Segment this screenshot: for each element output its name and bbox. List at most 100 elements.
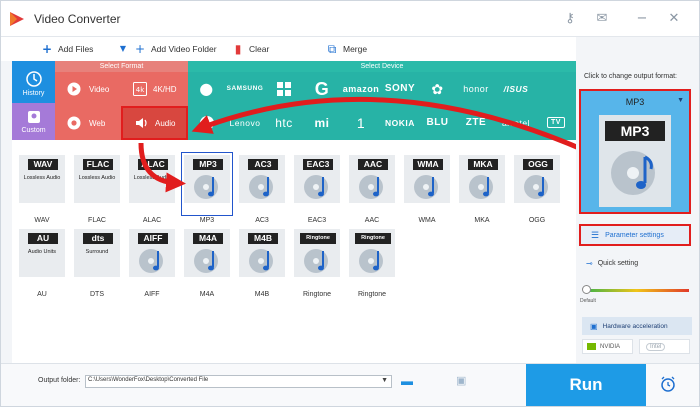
output-format-selector[interactable]: MP3 ▼ MP3 bbox=[579, 89, 691, 214]
device-zte[interactable]: ZTE bbox=[456, 106, 496, 140]
web-label: Web bbox=[89, 118, 106, 128]
history-tile[interactable]: History bbox=[12, 63, 55, 103]
format-mp3[interactable]: MP3 MP3 bbox=[181, 152, 233, 224]
app-title: Video Converter bbox=[34, 12, 121, 26]
alarm-clock-icon[interactable] bbox=[659, 375, 677, 393]
disc-icon bbox=[304, 249, 328, 273]
output-format-hint: Click to change output format: bbox=[584, 73, 677, 80]
device-blu[interactable]: BLU bbox=[419, 106, 456, 140]
merge-label: Merge bbox=[343, 44, 368, 54]
device-alcatel[interactable]: alcatel bbox=[496, 106, 536, 140]
open-folder-icon[interactable]: ▣ bbox=[456, 374, 466, 387]
add-video-folder-button[interactable]: ▼ + Add Video Folder bbox=[117, 41, 217, 57]
selected-format-card: MP3 bbox=[599, 115, 671, 207]
format-ringtone[interactable]: Ringtone Ringtone bbox=[293, 228, 341, 298]
selected-format-badge: MP3 bbox=[605, 121, 665, 141]
format-badge: M4B bbox=[248, 233, 278, 244]
format-ac3[interactable]: AC3 AC3 bbox=[238, 154, 286, 224]
select-device-label: Select Device bbox=[360, 63, 404, 70]
format-m4b[interactable]: M4B M4B bbox=[238, 228, 286, 298]
format-sublabel: Surround bbox=[85, 249, 109, 255]
disc-icon bbox=[194, 175, 218, 199]
browse-folder-icon[interactable]: ▬ bbox=[401, 374, 413, 388]
format-aac[interactable]: AAC AAC bbox=[348, 154, 396, 224]
format-eac3[interactable]: EAC3 EAC3 bbox=[293, 154, 341, 224]
device-row1-empty bbox=[536, 72, 576, 106]
format-card: AC3 bbox=[239, 155, 285, 203]
amazon-label: amazon bbox=[342, 84, 380, 94]
folder-plus-icon: + bbox=[134, 42, 146, 56]
output-folder-field[interactable]: C:\Users\WonderFox\Desktop\Converted Fil… bbox=[85, 375, 392, 388]
device-lenovo[interactable]: Lenovo bbox=[225, 106, 265, 140]
lenovo-label: Lenovo bbox=[229, 118, 261, 128]
audio-category[interactable]: Audio bbox=[121, 106, 188, 140]
format-dts[interactable]: dts Surround DTS bbox=[73, 228, 121, 298]
format-ringtone-2[interactable]: Ringtone Ringtone bbox=[348, 228, 396, 298]
parameter-settings-button[interactable]: ☰ Parameter settings bbox=[579, 224, 691, 246]
format-aiff[interactable]: AIFF AIFF bbox=[128, 228, 176, 298]
svg-text:4k: 4k bbox=[136, 86, 145, 94]
format-flac[interactable]: FLAC Lossless Audio FLAC bbox=[73, 154, 121, 224]
device-honor[interactable]: honor bbox=[456, 72, 496, 106]
close-icon[interactable]: ✕ bbox=[665, 10, 683, 28]
alcatel-label: alcatel bbox=[501, 118, 531, 128]
add-files-button[interactable]: + Add Files bbox=[41, 41, 93, 57]
format-wma[interactable]: WMA WMA bbox=[403, 154, 451, 224]
format-label: EAC3 bbox=[307, 217, 327, 224]
device-htc[interactable]: htc bbox=[265, 106, 303, 140]
format-wav[interactable]: WAV Lossless Audio WAV bbox=[18, 154, 66, 224]
device-huawei[interactable]: ✿ bbox=[419, 72, 456, 106]
device-nokia[interactable]: NOKIA bbox=[381, 106, 419, 140]
nvidia-toggle[interactable]: NVIDIA bbox=[582, 339, 633, 354]
video-category[interactable]: Video bbox=[55, 72, 121, 106]
device-asus[interactable]: /ISUS bbox=[496, 72, 536, 106]
quality-slider-handle[interactable] bbox=[582, 285, 591, 294]
format-label: WAV bbox=[34, 217, 50, 224]
device-amazon[interactable]: amazon bbox=[341, 72, 381, 106]
format-badge: WAV bbox=[28, 159, 58, 170]
settings-icon[interactable]: ✉ bbox=[593, 10, 611, 28]
device-apple[interactable]: ● bbox=[188, 72, 225, 106]
sliders-icon: ☰ bbox=[591, 229, 600, 240]
device-samsung[interactable]: SAMSUNG bbox=[225, 72, 265, 106]
format-label: FLAC bbox=[88, 217, 106, 224]
clear-button[interactable]: ▮ Clear bbox=[232, 41, 270, 57]
add-files-label: Add Files bbox=[58, 44, 94, 54]
minimize-icon[interactable]: − bbox=[633, 10, 651, 28]
app-window: Video Converter ⚷ ✉ − ✕ + Add Files ▼ + … bbox=[0, 0, 700, 407]
hardware-acceleration-button[interactable]: ▣ Hardware acceleration bbox=[582, 317, 692, 335]
format-card: WMA bbox=[404, 155, 450, 203]
run-button[interactable]: Run bbox=[526, 364, 646, 406]
format-alac[interactable]: ALAC Lossless Audio ALAC bbox=[128, 154, 176, 224]
format-card: FLAC Lossless Audio bbox=[74, 155, 120, 203]
format-ogg[interactable]: OGG OGG bbox=[513, 154, 561, 224]
format-badge: MKA bbox=[468, 159, 498, 170]
device-tv[interactable]: TV bbox=[536, 106, 576, 140]
format-label: DTS bbox=[90, 291, 104, 298]
intel-toggle[interactable]: Intel bbox=[639, 339, 690, 354]
custom-user-icon bbox=[27, 111, 40, 123]
device-lg[interactable] bbox=[188, 106, 225, 140]
format-au[interactable]: AU Audio Units AU bbox=[18, 228, 66, 298]
device-google[interactable]: G bbox=[303, 72, 341, 106]
4k-hd-category[interactable]: 4k 4K/HD bbox=[121, 72, 188, 106]
output-folder-label: Output folder: bbox=[38, 377, 81, 384]
format-m4a[interactable]: M4A M4A bbox=[183, 228, 231, 298]
dropdown-icon: ▼ bbox=[119, 44, 127, 53]
path-dropdown-icon[interactable]: ▼ bbox=[381, 377, 388, 384]
custom-tile[interactable]: Custom bbox=[12, 103, 55, 140]
video-play-icon bbox=[67, 82, 81, 96]
device-sony[interactable]: SONY bbox=[381, 72, 419, 106]
format-card: OGG bbox=[514, 155, 560, 203]
format-label: AIFF bbox=[144, 291, 160, 298]
quality-slider-track[interactable] bbox=[584, 289, 689, 292]
format-label: OGG bbox=[528, 217, 546, 224]
key-icon[interactable]: ⚷ bbox=[561, 10, 579, 28]
device-microsoft[interactable] bbox=[265, 72, 303, 106]
merge-button[interactable]: ⧉ Merge bbox=[326, 41, 367, 57]
device-oneplus[interactable]: 1 bbox=[341, 106, 381, 140]
web-category[interactable]: Web bbox=[55, 106, 121, 140]
device-xiaomi[interactable]: mi bbox=[303, 106, 341, 140]
format-badge: Ringtone bbox=[355, 233, 391, 244]
format-mka[interactable]: MKA MKA bbox=[458, 154, 506, 224]
